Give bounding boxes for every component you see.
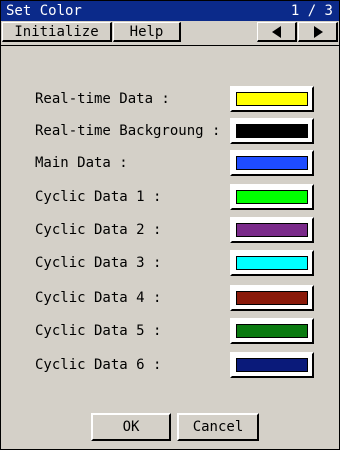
row-label: Real-time Backgroung : bbox=[35, 123, 221, 139]
row-label: Cyclic Data 1 : bbox=[35, 189, 162, 205]
color-swatch bbox=[236, 190, 308, 204]
realtime-data-color-button[interactable] bbox=[230, 86, 314, 112]
next-page-button[interactable] bbox=[298, 22, 338, 42]
color-row-cyclic-1: Cyclic Data 1 : bbox=[1, 184, 339, 210]
page-indicator: 1 / 3 bbox=[290, 3, 333, 19]
cyclic-data-1-color-button[interactable] bbox=[230, 184, 314, 210]
right-arrow-icon bbox=[314, 26, 323, 38]
set-color-dialog: Set Color 1 / 3 Initialize Help Real-tim… bbox=[0, 0, 340, 450]
color-row-cyclic-5: Cyclic Data 5 : bbox=[1, 318, 339, 344]
row-label: Real-time Data : bbox=[35, 91, 170, 107]
initialize-button[interactable]: Initialize bbox=[2, 22, 112, 42]
color-row-cyclic-2: Cyclic Data 2 : bbox=[1, 217, 339, 243]
color-row-cyclic-3: Cyclic Data 3 : bbox=[1, 250, 339, 276]
toolbar: Initialize Help bbox=[1, 21, 339, 46]
cyclic-data-6-color-button[interactable] bbox=[230, 352, 314, 378]
color-swatch bbox=[236, 156, 308, 170]
dialog-title: Set Color bbox=[6, 3, 82, 19]
previous-page-button[interactable] bbox=[257, 22, 297, 42]
color-row-main-data: Main Data : bbox=[1, 150, 339, 176]
color-swatch bbox=[236, 92, 308, 106]
color-swatch bbox=[236, 223, 308, 237]
ok-button[interactable]: OK bbox=[91, 413, 171, 441]
color-swatch bbox=[236, 324, 308, 338]
realtime-background-color-button[interactable] bbox=[230, 118, 314, 144]
color-swatch bbox=[236, 124, 308, 138]
cyclic-data-2-color-button[interactable] bbox=[230, 217, 314, 243]
color-row-realtime-background: Real-time Backgroung : bbox=[1, 118, 339, 144]
color-row-realtime-data: Real-time Data : bbox=[1, 86, 339, 112]
cyclic-data-5-color-button[interactable] bbox=[230, 318, 314, 344]
color-swatch bbox=[236, 256, 308, 270]
row-label: Cyclic Data 4 : bbox=[35, 290, 162, 306]
color-row-cyclic-4: Cyclic Data 4 : bbox=[1, 285, 339, 311]
help-button[interactable]: Help bbox=[113, 22, 181, 42]
row-label: Cyclic Data 6 : bbox=[35, 357, 162, 373]
cancel-button[interactable]: Cancel bbox=[177, 413, 259, 441]
color-swatch bbox=[236, 358, 308, 372]
color-row-cyclic-6: Cyclic Data 6 : bbox=[1, 352, 339, 378]
row-label: Main Data : bbox=[35, 155, 128, 171]
cyclic-data-4-color-button[interactable] bbox=[230, 285, 314, 311]
title-bar: Set Color 1 / 3 bbox=[1, 1, 339, 21]
row-label: Cyclic Data 2 : bbox=[35, 222, 162, 238]
row-label: Cyclic Data 3 : bbox=[35, 255, 162, 271]
main-data-color-button[interactable] bbox=[230, 150, 314, 176]
color-swatch bbox=[236, 291, 308, 305]
left-arrow-icon bbox=[272, 26, 281, 38]
row-label: Cyclic Data 5 : bbox=[35, 323, 162, 339]
cyclic-data-3-color-button[interactable] bbox=[230, 250, 314, 276]
